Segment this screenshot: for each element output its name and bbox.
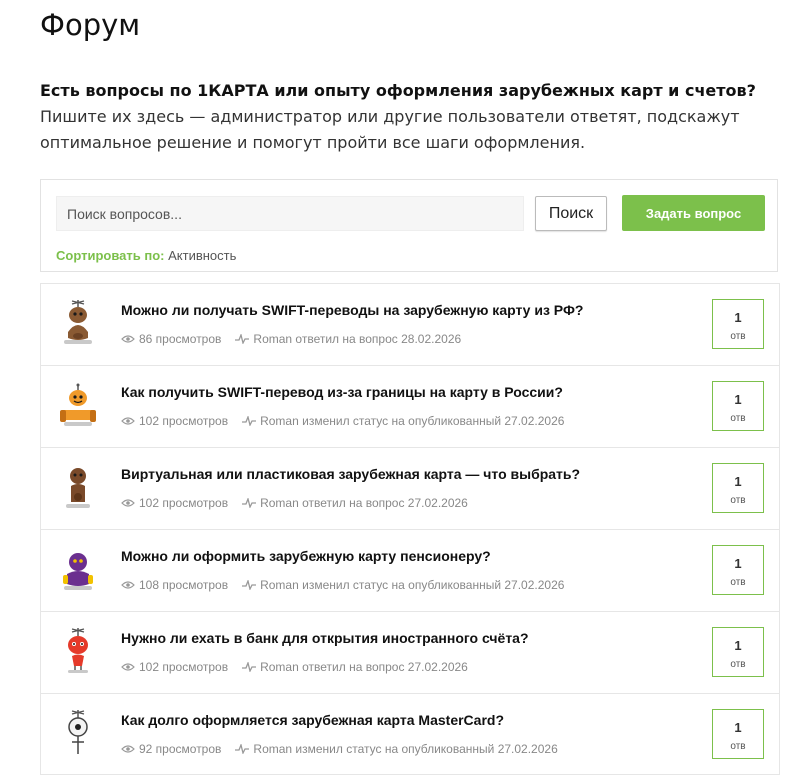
question-item: Виртуальная или пластиковая зарубежная к… xyxy=(40,447,780,529)
activity-icon xyxy=(242,662,257,672)
question-meta: 102 просмотров Roman ответил на вопрос 2… xyxy=(121,660,468,674)
search-panel: Поиск Задать вопрос Сортировать по: Акти… xyxy=(40,179,778,272)
question-item: Как получить SWIFT-перевод из-за границы… xyxy=(40,365,780,447)
answer-count: 1 xyxy=(734,392,742,407)
robot-white-antenna-avatar[interactable] xyxy=(58,708,98,756)
question-item: Как долго оформляется зарубежная карта M… xyxy=(40,693,780,775)
eye-icon xyxy=(121,335,135,343)
robot-brown-antenna-avatar[interactable] xyxy=(58,298,98,346)
answer-count-box[interactable]: 1 отв xyxy=(712,463,764,513)
view-count: 102 просмотров xyxy=(139,496,229,510)
answer-count-box[interactable]: 1 отв xyxy=(712,709,764,759)
activity-text[interactable]: Roman изменил статус на опубликованный 2… xyxy=(253,742,557,756)
activity-text[interactable]: Roman изменил статус на опубликованный 2… xyxy=(260,578,564,592)
eye-icon xyxy=(121,499,135,507)
activity-text[interactable]: Roman ответил на вопрос 28.02.2026 xyxy=(253,332,461,346)
ask-question-button[interactable]: Задать вопрос xyxy=(622,195,765,231)
view-count: 102 просмотров xyxy=(139,414,229,428)
answer-count: 1 xyxy=(734,556,742,571)
eye-icon xyxy=(121,417,135,425)
robot-orange-avatar[interactable] xyxy=(58,380,98,428)
question-list: Можно ли получать SWIFT-переводы на зару… xyxy=(40,283,780,775)
question-meta: 108 просмотров Roman изменил статус на о… xyxy=(121,578,564,592)
question-meta: 92 просмотров Roman изменил статус на оп… xyxy=(121,742,558,756)
activity-text[interactable]: Roman изменил статус на опубликованный 2… xyxy=(260,414,564,428)
sort-row: Сортировать по: Активность xyxy=(56,248,236,263)
answer-count: 1 xyxy=(734,720,742,735)
answer-count: 1 xyxy=(734,310,742,325)
activity-text[interactable]: Roman ответил на вопрос 27.02.2026 xyxy=(260,660,468,674)
eye-icon xyxy=(121,745,135,753)
question-title[interactable]: Как получить SWIFT-перевод из-за границы… xyxy=(121,384,563,400)
robot-red-antenna-avatar[interactable] xyxy=(58,626,98,674)
answer-count-box[interactable]: 1 отв xyxy=(712,381,764,431)
activity-icon xyxy=(242,416,257,426)
intro-text: Есть вопросы по 1КАРТА или опыту оформле… xyxy=(40,78,780,156)
answer-count: 1 xyxy=(734,474,742,489)
answer-count-box[interactable]: 1 отв xyxy=(712,299,764,349)
question-meta: 102 просмотров Roman изменил статус на о… xyxy=(121,414,564,428)
answer-label: отв xyxy=(730,413,746,424)
view-count: 108 просмотров xyxy=(139,578,229,592)
search-input[interactable] xyxy=(56,196,524,231)
answer-label: отв xyxy=(730,659,746,670)
question-meta: 102 просмотров Roman ответил на вопрос 2… xyxy=(121,496,468,510)
activity-icon xyxy=(235,334,250,344)
answer-label: отв xyxy=(730,495,746,506)
question-title[interactable]: Можно ли получать SWIFT-переводы на зару… xyxy=(121,302,583,318)
sort-value[interactable]: Активность xyxy=(168,248,236,263)
answer-count: 1 xyxy=(734,638,742,653)
activity-icon xyxy=(242,498,257,508)
eye-icon xyxy=(121,663,135,671)
question-item: Можно ли оформить зарубежную карту пенси… xyxy=(40,529,780,611)
robot-purple-avatar[interactable] xyxy=(58,544,98,592)
question-title[interactable]: Виртуальная или пластиковая зарубежная к… xyxy=(121,466,580,482)
answer-label: отв xyxy=(730,577,746,588)
activity-icon xyxy=(242,580,257,590)
view-count: 102 просмотров xyxy=(139,660,229,674)
view-count: 86 просмотров xyxy=(139,332,222,346)
answer-count-box[interactable]: 1 отв xyxy=(712,627,764,677)
page-title: Форум xyxy=(40,8,141,42)
question-item: Можно ли получать SWIFT-переводы на зару… xyxy=(40,283,780,365)
robot-brown-avatar[interactable] xyxy=(58,462,98,510)
answer-label: отв xyxy=(730,741,746,752)
eye-icon xyxy=(121,581,135,589)
sort-label: Сортировать по: xyxy=(56,248,165,263)
question-title[interactable]: Как долго оформляется зарубежная карта M… xyxy=(121,712,504,728)
search-button[interactable]: Поиск xyxy=(535,196,607,231)
question-title[interactable]: Можно ли оформить зарубежную карту пенси… xyxy=(121,548,491,564)
activity-text[interactable]: Roman ответил на вопрос 27.02.2026 xyxy=(260,496,468,510)
answer-count-box[interactable]: 1 отв xyxy=(712,545,764,595)
activity-icon xyxy=(235,744,250,754)
view-count: 92 просмотров xyxy=(139,742,222,756)
intro-bold: Есть вопросы по 1КАРТА или опыту оформле… xyxy=(40,81,756,100)
question-meta: 86 просмотров Roman ответил на вопрос 28… xyxy=(121,332,461,346)
intro-rest: Пишите их здесь — администратор или друг… xyxy=(40,107,740,152)
question-title[interactable]: Нужно ли ехать в банк для открытия иност… xyxy=(121,630,529,646)
answer-label: отв xyxy=(730,331,746,342)
question-item: Нужно ли ехать в банк для открытия иност… xyxy=(40,611,780,693)
